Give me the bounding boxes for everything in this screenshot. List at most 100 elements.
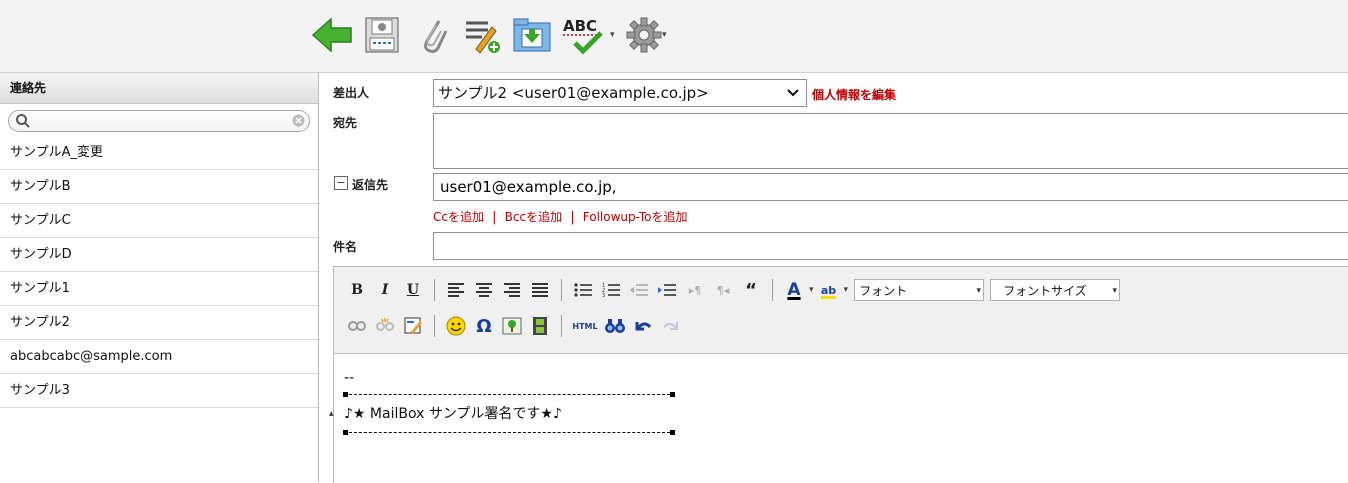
highlight-color-icon[interactable]: ab [816,278,842,302]
from-select[interactable]: サンプル2 <user01@example.co.jp> [433,79,807,107]
back-arrow-icon[interactable] [310,10,354,60]
message-editor: B I U 123 ▸¶ ¶◂ “ A ▾ ab ▾ フォント ▾ フォントサイ… [329,266,1348,483]
caret-marker-icon: ▴ [329,409,334,419]
rtl-icon[interactable]: ¶◂ [710,278,736,302]
contact-item[interactable]: サンプルA_変更 [0,136,318,170]
chevron-down-icon [786,80,800,114]
edit-profile-link[interactable]: 個人情報を編集 [812,86,896,103]
collapse-reply-toggle[interactable]: − [334,176,348,190]
contact-item[interactable]: サンプルB [0,170,318,204]
toolbar-separator [561,279,562,301]
subject-input[interactable] [434,233,1348,259]
settings-icon[interactable] [622,10,666,60]
underline-button[interactable]: U [400,278,426,302]
search-input[interactable] [35,113,279,131]
reply-to-input[interactable] [434,174,1348,200]
image-icon[interactable] [499,314,525,338]
from-value: サンプル2 <user01@example.co.jp> [438,84,709,102]
align-center-icon[interactable] [471,278,497,302]
link-separator: | [570,210,575,225]
bold-button[interactable]: B [344,278,370,302]
redo-icon[interactable] [658,314,684,338]
resize-handle[interactable] [670,430,675,435]
contact-item[interactable]: サンプルD [0,238,318,272]
numbered-list-icon[interactable]: 123 [598,278,624,302]
clear-search-icon[interactable] [292,114,305,131]
contacts-panel: 連絡先 サンプルA_変更 サンプルB サンプルC サンプルD サンプル1 サンプ… [0,73,319,482]
font-size-value: フォントサイズ [1003,284,1087,298]
main-toolbar: ABC ▾ ▾ [0,0,1348,73]
subject-label: 件名 [333,240,358,254]
indent-icon[interactable] [654,278,680,302]
italic-button[interactable]: I [372,278,398,302]
toolbar-separator [434,315,435,337]
edit-source-icon[interactable] [400,314,426,338]
signature-block[interactable]: ▴ ♪★ MailBox サンプル署名です★♪ [329,402,1339,426]
reply-to-label: 返信先 [352,178,389,192]
font-color-icon[interactable]: A [781,278,807,302]
to-field[interactable] [433,113,1348,169]
editor-toolbar-row-2: Ω HTML [344,313,684,339]
add-cc-link[interactable]: Ccを追加 [433,210,484,224]
spellcheck-icon[interactable]: ABC [560,10,608,60]
search-icon [15,113,31,133]
font-family-select[interactable]: フォント ▾ [854,279,985,301]
add-bcc-link[interactable]: Bccを追加 [505,210,562,224]
save-folder-icon[interactable] [510,10,554,60]
highlight-dropdown-icon[interactable]: ▾ [844,285,849,295]
subject-field[interactable] [433,232,1348,260]
emoticon-icon[interactable] [443,314,469,338]
undo-icon[interactable] [630,314,656,338]
blockquote-icon[interactable]: “ [738,278,764,302]
add-followup-link[interactable]: Followup-Toを追加 [583,210,688,224]
signature-text: ♪★ MailBox サンプル署名です★♪ [344,406,562,422]
chevron-down-icon: ▾ [1112,286,1118,296]
link-separator: | [492,210,497,225]
contact-item[interactable]: サンプル3 [0,374,318,408]
outdent-icon[interactable] [626,278,652,302]
resize-handle[interactable] [670,392,675,397]
save-draft-icon[interactable] [360,10,404,60]
html-source-button[interactable]: HTML [570,314,600,338]
link-icon[interactable] [344,314,370,338]
contact-item[interactable]: サンプル1 [0,272,318,306]
font-size-select[interactable]: フォントサイズ ▾ [990,279,1121,301]
reply-to-field[interactable] [433,173,1348,201]
align-right-icon[interactable] [499,278,525,302]
signature-icon[interactable] [460,10,504,60]
media-icon[interactable] [527,314,553,338]
body-line: -- [344,370,355,386]
contacts-title: 連絡先 [0,73,318,104]
attach-icon[interactable] [412,10,456,60]
unlink-icon[interactable] [372,314,398,338]
chevron-down-icon: ▾ [976,286,982,296]
ltr-icon[interactable]: ▸¶ [682,278,708,302]
contact-item[interactable]: abcabcabc@sample.com [0,340,318,374]
to-label: 宛先 [333,116,358,130]
compose-window: ABC ▾ ▾ 連絡先 サンプルA_変更 サンプルB サンプルC サンプルD サ… [0,0,1348,483]
editor-toolbar: B I U 123 ▸¶ ¶◂ “ A ▾ ab ▾ フォント ▾ フォントサイ… [334,267,1348,354]
spellcheck-dropdown-icon[interactable]: ▾ [610,30,615,40]
svg-text:ABC: ABC [563,17,597,35]
svg-text:3: 3 [602,293,605,297]
bullet-list-icon[interactable] [570,278,596,302]
editor-toolbar-row-1: B I U 123 ▸¶ ¶◂ “ A ▾ ab ▾ フォント ▾ フォントサイ… [344,277,1121,303]
from-label: 差出人 [333,86,370,100]
special-char-icon[interactable]: Ω [471,314,497,338]
align-left-icon[interactable] [443,278,469,302]
signature-bottom-border [343,426,1339,440]
contact-item[interactable]: サンプルC [0,204,318,238]
contact-search[interactable] [8,110,310,132]
align-justify-icon[interactable] [527,278,553,302]
toolbar-separator [434,279,435,301]
toolbar-separator [561,315,562,337]
signature-top-border [343,388,1339,402]
find-icon[interactable] [602,314,628,338]
editor-body[interactable]: -- ▴ ♪★ MailBox サンプル署名です★♪ [329,354,1348,454]
to-input[interactable] [434,114,1348,168]
settings-dropdown-icon[interactable]: ▾ [662,30,667,40]
contact-item[interactable]: サンプル2 [0,306,318,340]
add-recipient-links: Ccを追加 | Bccを追加 | Followup-Toを追加 [433,208,688,225]
toolbar-separator [772,279,773,301]
font-color-dropdown-icon[interactable]: ▾ [809,285,814,295]
